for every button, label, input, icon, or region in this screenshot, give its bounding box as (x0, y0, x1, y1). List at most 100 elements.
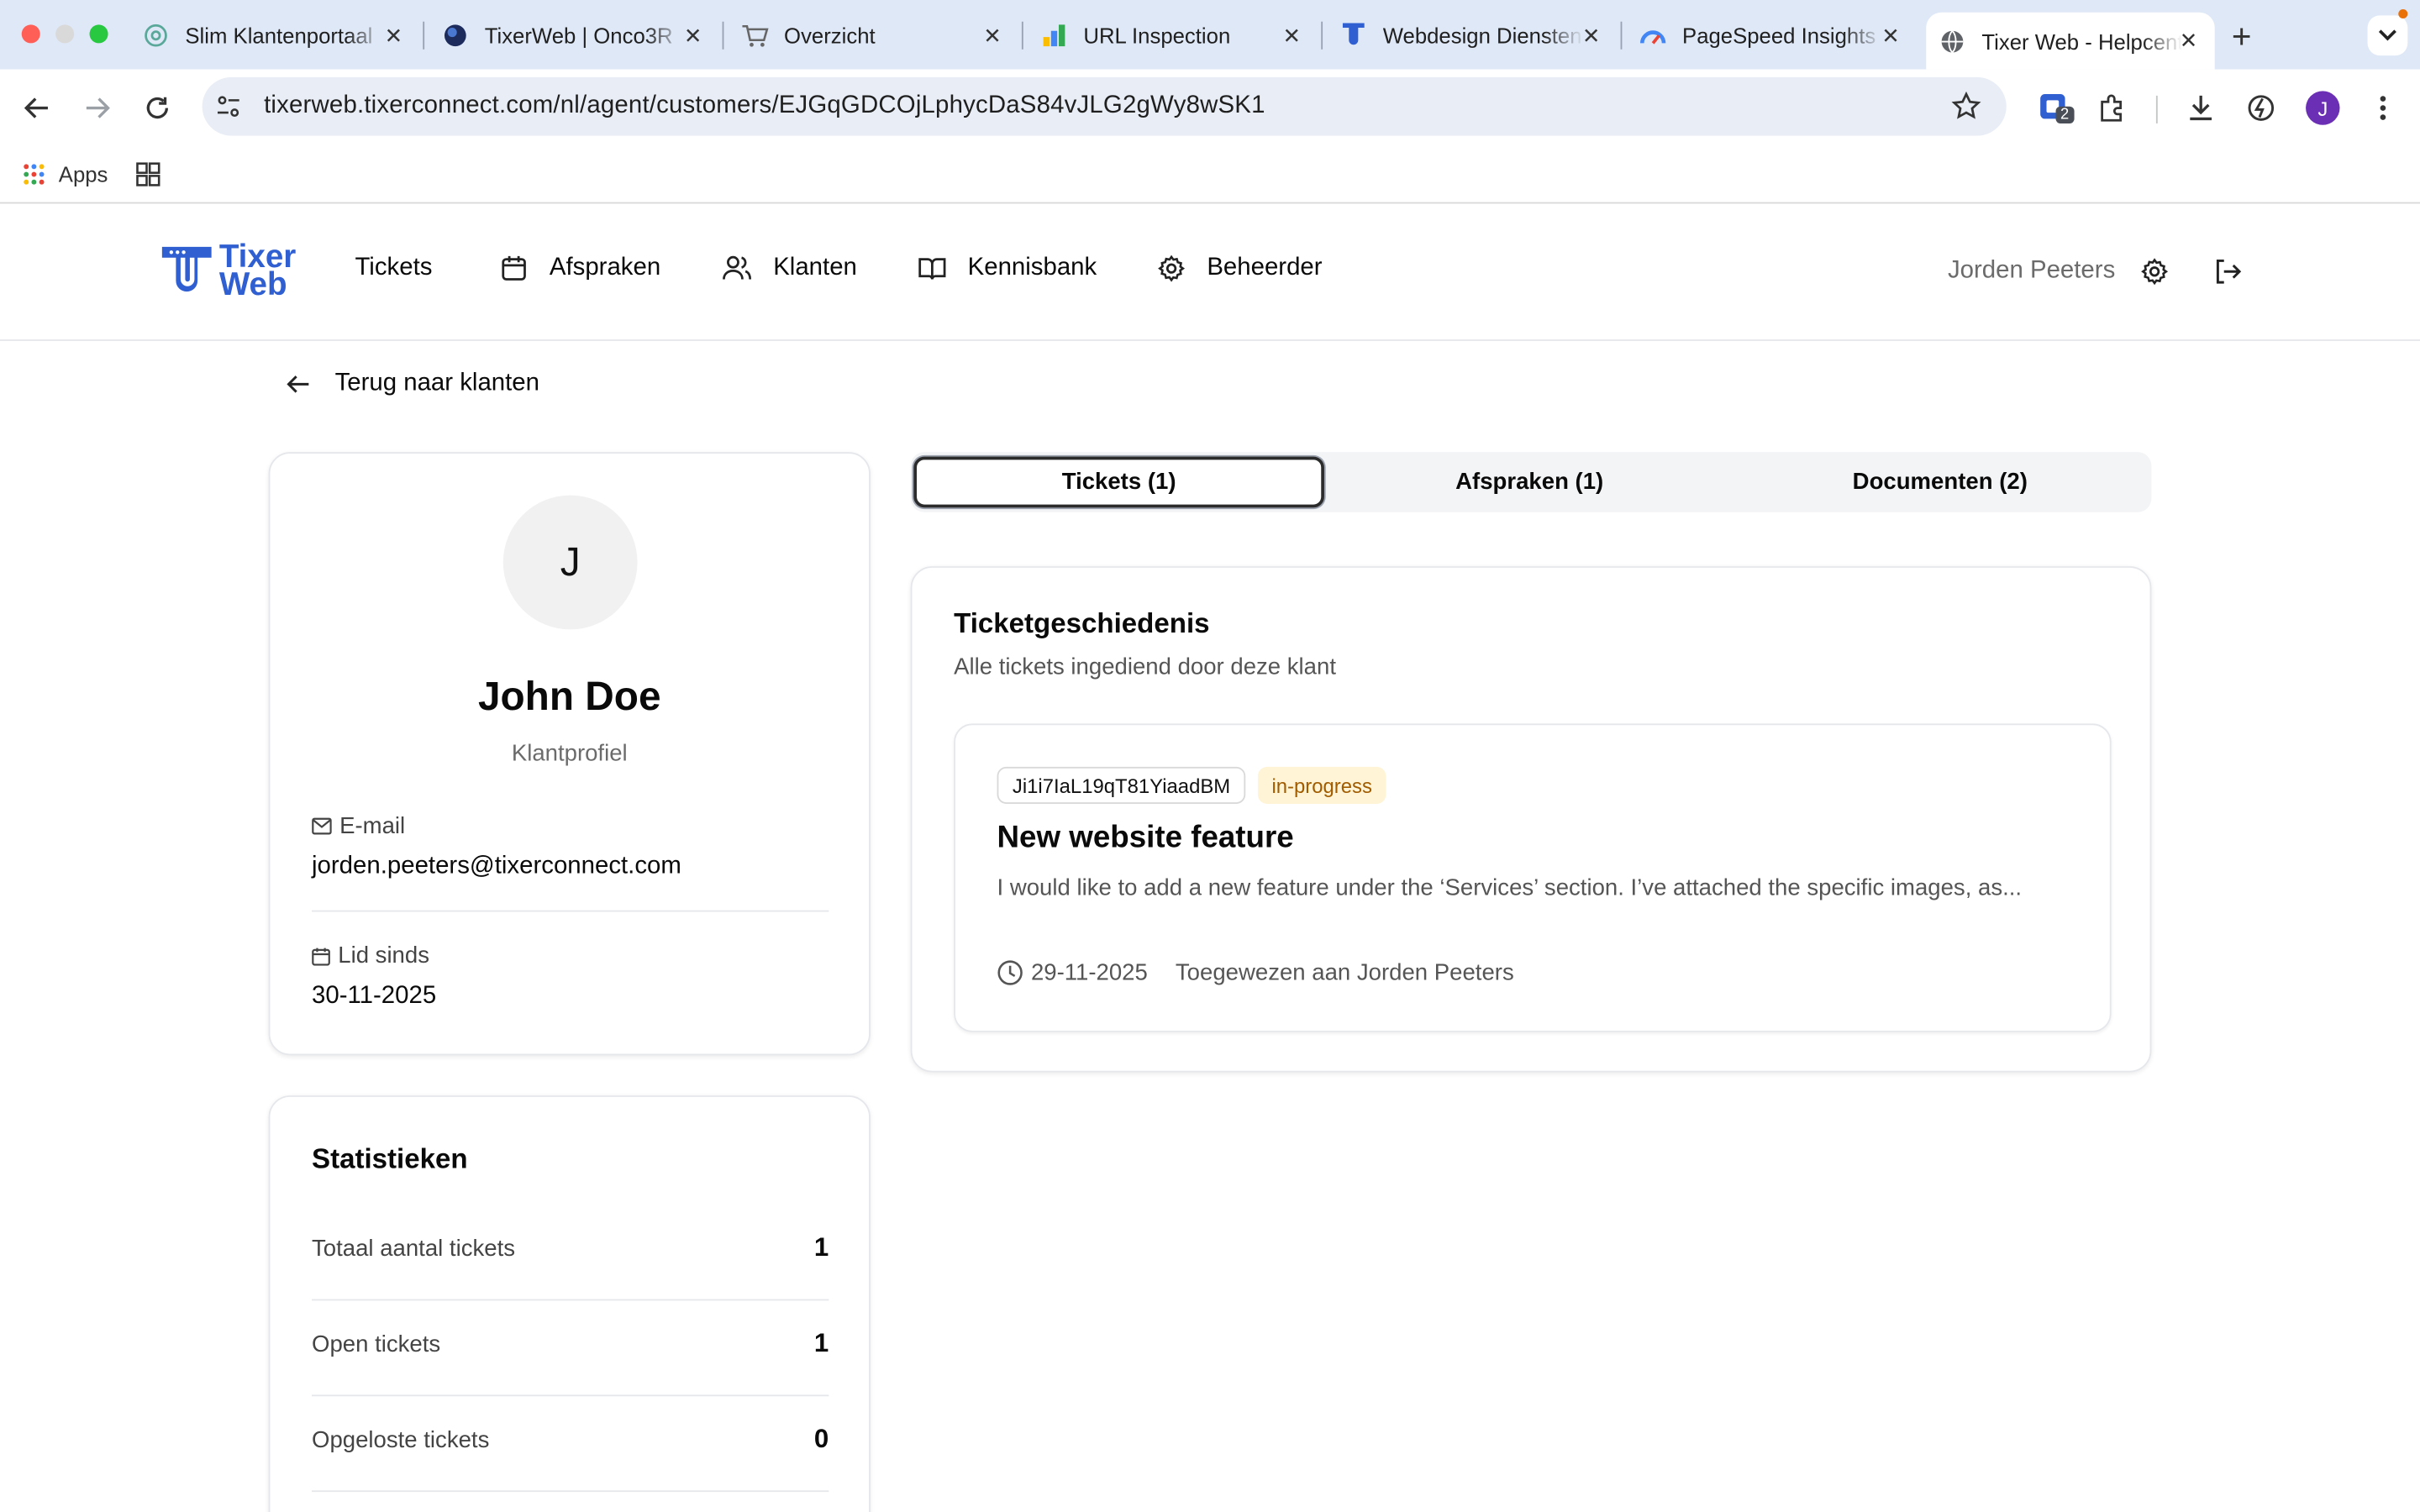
ticket-history-card: Ticketgeschiedenis Alle tickets ingedien… (910, 566, 2152, 1073)
search-console-icon (1040, 22, 1068, 50)
calendar-icon (312, 947, 330, 965)
ticket-id-badge: Ji1i7IaL19qT81YiaadBM (997, 766, 1246, 804)
back-to-customers-link[interactable]: Terug naar klanten (286, 370, 539, 398)
statistics-title: Statistieken (312, 1143, 468, 1174)
gear-icon (1158, 255, 1186, 282)
tab-separator (1321, 21, 1323, 50)
customer-profile-card: J John Doe Klantprofiel E-mail jorden.pe… (268, 452, 871, 1056)
nav-tickets[interactable]: Tickets (355, 255, 432, 282)
ticket-history-title: Ticketgeschiedenis (954, 607, 1210, 639)
minimize-window-button[interactable] (55, 24, 75, 44)
customer-subtitle: Klantprofiel (511, 740, 628, 767)
extension-badge-count: 2 (2055, 106, 2074, 123)
performance-icon[interactable] (2241, 88, 2281, 129)
notification-dot (2398, 9, 2408, 19)
profile-avatar[interactable]: J (2306, 91, 2340, 125)
calendar-icon (502, 255, 526, 281)
ticket-assignee: Toegewezen aan Jorden Peeters (1175, 959, 1514, 986)
arrow-left-icon (287, 375, 309, 393)
status-badge: in-progress (1257, 766, 1386, 804)
clock-icon (997, 960, 1023, 985)
browser-tab-5[interactable]: Webdesign Diensten ✕ (1328, 13, 1606, 59)
extensions-puzzle-icon[interactable] (2093, 88, 2133, 129)
customer-tabs: Tickets (1) Afspraken (1) Documenten (2) (910, 452, 2152, 512)
tixer-logo-icon (161, 246, 212, 292)
mail-icon (312, 817, 332, 835)
stat-row-open: Open tickets 1 (312, 1300, 829, 1397)
user-name[interactable]: Jorden Peeters (1948, 258, 2115, 286)
close-tab-icon[interactable]: ✕ (679, 23, 707, 49)
tab-tickets[interactable]: Tickets (1) (913, 456, 1324, 508)
close-tab-icon[interactable]: ✕ (380, 23, 408, 49)
bookmark-star-icon[interactable] (1951, 91, 1982, 129)
back-arrow-icon[interactable] (17, 88, 57, 129)
ticket-description: I would like to add a new feature under … (997, 874, 2023, 901)
kebab-menu-icon[interactable] (2363, 88, 2403, 129)
users-icon (723, 255, 752, 280)
ticket-date: 29-11-2025 (1030, 959, 1148, 986)
email-label: E-mail (312, 813, 405, 839)
stat-row-total: Totaal aantal tickets 1 (312, 1205, 829, 1301)
browser-tab-3[interactable]: Overzicht ✕ (729, 13, 1007, 59)
close-tab-icon[interactable]: ✕ (2175, 28, 2202, 54)
book-icon (918, 258, 946, 280)
nav-afspraken[interactable]: Afspraken (500, 255, 660, 282)
site-settings-icon[interactable] (214, 92, 242, 128)
close-tab-icon[interactable]: ✕ (1876, 23, 1904, 49)
tab-separator (1021, 21, 1023, 50)
browser-tab-2[interactable]: TixerWeb | Onco3R ✕ (429, 13, 708, 59)
pagespeed-icon (1639, 22, 1667, 50)
apps-grid-icon (24, 164, 45, 185)
settings-gear-icon[interactable] (2141, 258, 2169, 293)
browser-tab-4[interactable]: URL Inspection ✕ (1028, 13, 1306, 59)
tab-separator (722, 21, 724, 50)
download-icon[interactable] (2181, 88, 2221, 129)
divider (312, 910, 829, 912)
close-tab-icon[interactable]: ✕ (1278, 23, 1306, 49)
customer-name: John Doe (477, 672, 661, 719)
forward-arrow-icon[interactable] (77, 88, 118, 129)
cart-icon (741, 22, 769, 50)
nav-beheerder[interactable]: Beheerder (1158, 255, 1323, 282)
nav-kennisbank[interactable]: Kennisbank (918, 255, 1097, 282)
customer-avatar: J (502, 495, 638, 630)
url-text: tixerweb.tixerconnect.com/nl/agent/custo… (264, 92, 1265, 119)
close-window-button[interactable] (21, 24, 40, 44)
ticket-item[interactable]: Ji1i7IaL19qT81YiaadBM in-progress New we… (954, 723, 2112, 1032)
browser-tab-6[interactable]: PageSpeed Insights ✕ (1627, 13, 1905, 59)
stat-row-resolved: Opgeloste tickets 0 (312, 1396, 829, 1493)
ticket-history-subtitle: Alle tickets ingediend door deze klant (954, 654, 1336, 681)
tab-separator (1620, 21, 1623, 50)
tixer-icon (1339, 22, 1367, 50)
globe-icon (1939, 27, 1966, 55)
close-tab-icon[interactable]: ✕ (978, 23, 1006, 49)
bookmark-apps[interactable]: Apps (22, 162, 108, 186)
browser-tab-bar: Slim Klantenportaal ✕ TixerWeb | Onco3R … (0, 0, 2420, 70)
tixer-logo[interactable]: Tixer Web (160, 241, 296, 301)
browser-tab-active[interactable]: Tixer Web - Helpcenter ✕ (1926, 12, 2215, 70)
ticket-title: New website feature (997, 821, 1294, 855)
app-header: Tixer Web Tickets Afspraken Klanten Kenn… (0, 205, 2420, 341)
maximize-window-button[interactable] (89, 24, 108, 44)
reload-icon[interactable] (137, 88, 177, 129)
address-bar[interactable]: tixerweb.tixerconnect.com/nl/agent/custo… (202, 76, 2007, 136)
tab-documenten[interactable]: Documenten (2) (1734, 457, 2145, 508)
logout-icon[interactable] (2213, 258, 2243, 293)
member-since-label: Lid sinds (312, 942, 429, 969)
tab-groups-icon[interactable] (136, 162, 160, 195)
nav-klanten[interactable]: Klanten (723, 255, 857, 282)
customer-member-since: 30-11-2025 (312, 983, 437, 1010)
statistics-card: Statistieken Totaal aantal tickets 1 Ope… (268, 1095, 871, 1512)
customer-email[interactable]: jorden.peeters@tixerconnect.com (312, 853, 681, 881)
ticket-meta: 29-11-2025 Toegewezen aan Jorden Peeters (997, 959, 1514, 986)
new-tab-plus-icon[interactable]: + (2232, 17, 2252, 57)
extension-badge-icon[interactable]: 2 (2034, 88, 2075, 129)
planet-icon (441, 22, 469, 50)
close-tab-icon[interactable]: ✕ (1577, 23, 1605, 49)
tab-afspraken[interactable]: Afspraken (1) (1324, 457, 1735, 508)
tab-search-chevron-icon[interactable] (2367, 15, 2408, 56)
browser-toolbar: tixerweb.tixerconnect.com/nl/agent/custo… (0, 69, 2420, 147)
tab-separator (423, 21, 425, 50)
toolbar-separator (2155, 95, 2158, 123)
browser-tab-1[interactable]: Slim Klantenportaal ✕ (129, 13, 408, 59)
